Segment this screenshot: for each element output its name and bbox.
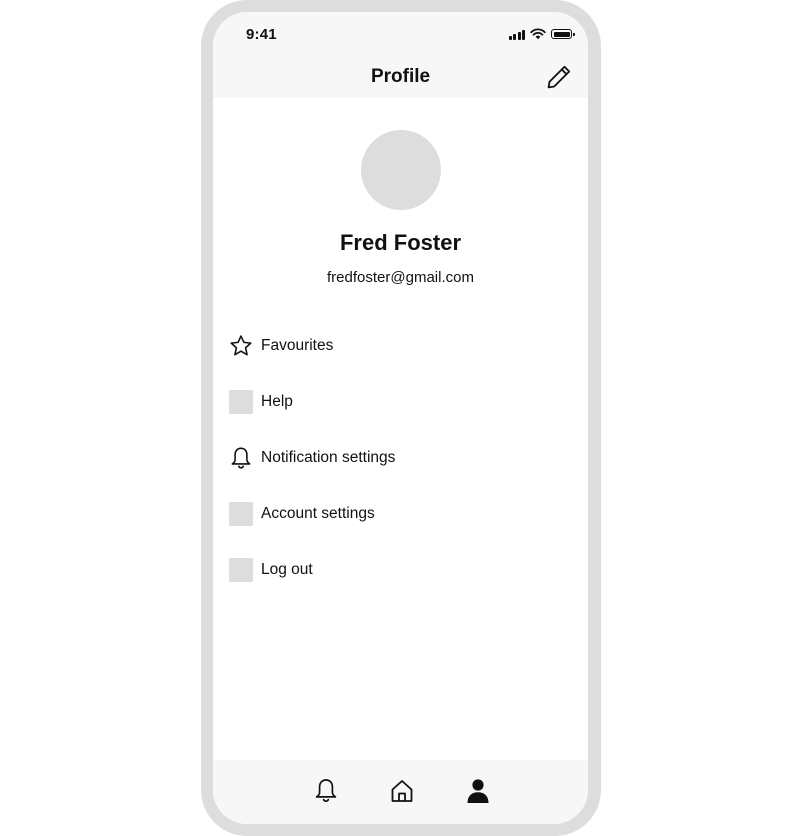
menu-item-label: Help <box>261 393 293 410</box>
signal-icon <box>508 29 525 40</box>
help-icon <box>229 390 253 414</box>
menu-item-favourites[interactable]: Favourites <box>229 318 572 374</box>
account-settings-icon <box>229 502 253 526</box>
menu-item-label: Favourites <box>261 337 334 354</box>
pencil-icon <box>547 65 571 89</box>
menu-item-account-settings[interactable]: Account settings <box>229 486 572 542</box>
tab-bar <box>213 760 588 824</box>
star-icon <box>229 334 253 358</box>
phone-frame: 9:41 Profile Fred Foster fredfoster@gmai… <box>201 0 601 836</box>
battery-icon <box>551 29 575 39</box>
tab-notifications[interactable] <box>312 776 340 806</box>
page-title: Profile <box>370 66 431 87</box>
tab-profile[interactable] <box>464 776 492 806</box>
bell-icon <box>229 446 253 470</box>
wifi-icon <box>530 28 546 40</box>
menu-item-log-out[interactable]: Log out <box>229 542 572 598</box>
screen: 9:41 Profile Fred Foster fredfoster@gmai… <box>213 12 588 824</box>
profile-menu: Favourites Help Notification settings Ac… <box>229 318 572 598</box>
bell-icon <box>315 779 337 802</box>
person-icon <box>467 779 489 803</box>
tab-home[interactable] <box>388 776 416 806</box>
profile-name: Fred Foster <box>339 230 462 255</box>
status-icons <box>508 28 575 40</box>
avatar <box>361 130 441 210</box>
edit-profile-button[interactable] <box>545 63 573 91</box>
log-out-icon <box>229 558 253 582</box>
menu-item-notification-settings[interactable]: Notification settings <box>229 430 572 486</box>
home-icon <box>391 780 413 802</box>
menu-item-label: Account settings <box>261 505 375 522</box>
menu-item-label: Notification settings <box>261 449 396 466</box>
profile-email: fredfoster@gmail.com <box>327 269 474 286</box>
status-time: 9:41 <box>246 26 277 43</box>
menu-item-help[interactable]: Help <box>229 374 572 430</box>
menu-item-label: Log out <box>261 561 313 578</box>
